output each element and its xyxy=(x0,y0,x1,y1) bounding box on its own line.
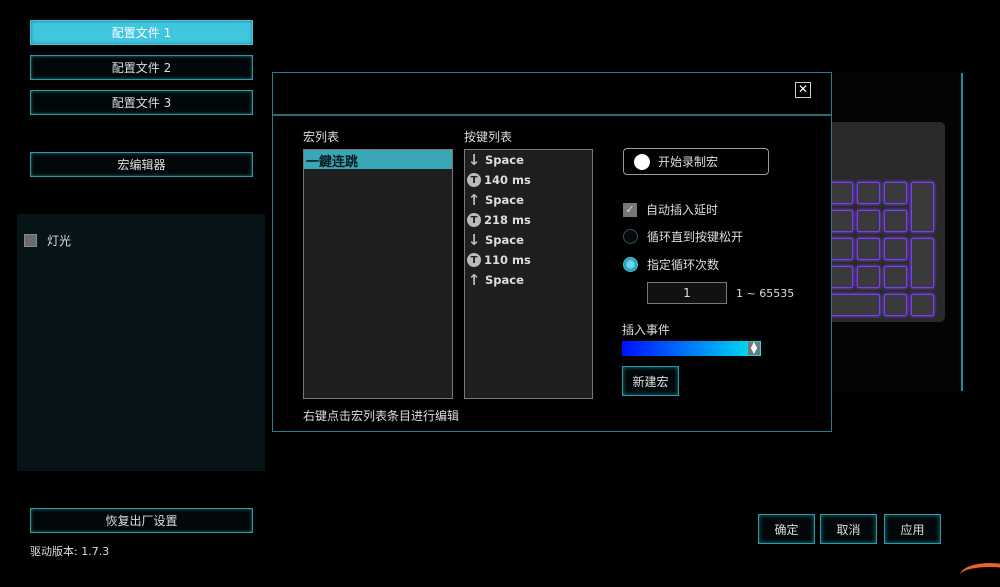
keyboard-key xyxy=(911,294,934,316)
insert-event-label: 插入事件 xyxy=(622,323,671,337)
new-macro-button[interactable]: 新建宏 xyxy=(622,366,679,396)
key-list-item[interactable]: T 140 ms xyxy=(465,170,592,190)
keyboard-key xyxy=(884,210,907,232)
profile-1-button[interactable]: 配置文件 1 xyxy=(30,20,253,45)
loop-until-release-label: 循环直到按键松开 xyxy=(647,230,744,244)
loop-count-label: 指定循环次数 xyxy=(647,258,720,272)
key-list-item[interactable]: ↓ Space xyxy=(465,150,592,170)
start-record-button[interactable]: 开始录制宏 xyxy=(623,148,769,175)
delay-icon: T xyxy=(467,173,481,187)
lighting-toggle[interactable]: 灯光 xyxy=(24,232,71,249)
arrow-down-icon: ↓ xyxy=(467,231,481,249)
loop-range-label: 1 ~ 65535 xyxy=(736,287,795,300)
keyboard-key xyxy=(857,238,880,260)
ok-button[interactable]: 确定 xyxy=(758,514,815,544)
delay-icon: T xyxy=(467,213,481,227)
spinner-icon[interactable]: ▲ ▼ xyxy=(748,341,760,355)
key-event-text: Space xyxy=(485,153,524,167)
dialog-titlebar: ✕ xyxy=(273,73,831,116)
macro-list[interactable]: 一鍵连跳 xyxy=(303,149,453,399)
macro-editor-button[interactable]: 宏编辑器 xyxy=(30,152,253,177)
keyboard-key xyxy=(857,266,880,288)
profile-2-button[interactable]: 配置文件 2 xyxy=(30,55,253,80)
keyboard-key xyxy=(830,294,880,316)
key-list-item[interactable]: ↓ Space xyxy=(465,230,592,250)
macro-editor-dialog: ✕ 宏列表 一鍵连跳 按键列表 ↓ Space T 140 ms ↑ Space T 218 … xyxy=(272,72,832,432)
insert-event-select[interactable]: ▲ ▼ xyxy=(622,341,761,356)
edit-hint: 右键点击宏列表条目进行编辑 xyxy=(303,409,460,423)
macro-list-label: 宏列表 xyxy=(303,130,340,144)
keyboard-key xyxy=(830,210,853,232)
key-list-item[interactable]: T 110 ms xyxy=(465,250,592,270)
keyboard-key xyxy=(884,238,907,260)
close-icon[interactable]: ✕ xyxy=(795,82,811,98)
cancel-button[interactable]: 取消 xyxy=(820,514,877,544)
decorative-swoosh xyxy=(960,563,1000,587)
keyboard-key xyxy=(857,182,880,204)
keyboard-key xyxy=(884,266,907,288)
key-event-text: Space xyxy=(485,233,524,247)
apply-button[interactable]: 应用 xyxy=(884,514,941,544)
key-list-item[interactable]: ↑ Space xyxy=(465,270,592,290)
keyboard-key xyxy=(830,266,853,288)
lighting-checkbox[interactable] xyxy=(24,234,37,247)
key-event-text: 218 ms xyxy=(484,213,531,227)
loop-count-option[interactable]: 指定循环次数 xyxy=(623,256,719,273)
profile-3-button[interactable]: 配置文件 3 xyxy=(30,90,253,115)
keyboard-key xyxy=(911,238,934,288)
key-event-text: 110 ms xyxy=(484,253,531,267)
factory-reset-button[interactable]: 恢复出厂设置 xyxy=(30,508,253,533)
keyboard-key xyxy=(830,182,853,204)
key-list-label: 按键列表 xyxy=(464,130,513,144)
keyboard-key xyxy=(830,238,853,260)
loop-until-release-option[interactable]: 循环直到按键松开 xyxy=(623,228,743,245)
arrow-down-icon: ↓ xyxy=(467,151,481,169)
arrow-up-icon: ↑ xyxy=(467,191,481,209)
keyboard-key xyxy=(911,182,934,232)
keyboard-key xyxy=(884,294,907,316)
macro-list-item[interactable]: 一鍵连跳 xyxy=(304,150,452,170)
key-event-text: Space xyxy=(485,193,524,207)
loop-count-input[interactable]: 1 xyxy=(647,282,727,304)
key-event-text: 140 ms xyxy=(484,173,531,187)
arrow-up-icon: ↑ xyxy=(467,271,481,289)
key-list[interactable]: ↓ Space T 140 ms ↑ Space T 218 ms ↓ Space T 110 ms ↑… xyxy=(464,149,593,399)
loop-until-release-radio[interactable] xyxy=(623,229,638,244)
record-label: 开始录制宏 xyxy=(658,155,719,169)
key-event-text: Space xyxy=(485,273,524,287)
keyboard-image xyxy=(830,122,945,322)
driver-version: 驱动版本: 1.7.3 xyxy=(30,545,110,558)
record-icon xyxy=(634,153,650,170)
lighting-label: 灯光 xyxy=(47,234,72,248)
keyboard-key xyxy=(857,210,880,232)
auto-delay-label: 自动插入延时 xyxy=(646,203,719,217)
keyboard-key xyxy=(884,182,907,204)
loop-count-radio[interactable] xyxy=(623,257,638,272)
key-list-item[interactable]: T 218 ms xyxy=(465,210,592,230)
auto-delay-option[interactable]: ✓ 自动插入延时 xyxy=(623,201,718,218)
key-list-item[interactable]: ↑ Space xyxy=(465,190,592,210)
delay-icon: T xyxy=(467,253,481,267)
auto-delay-checkbox[interactable]: ✓ xyxy=(623,202,637,217)
settings-panel: 灯光 xyxy=(17,214,265,471)
